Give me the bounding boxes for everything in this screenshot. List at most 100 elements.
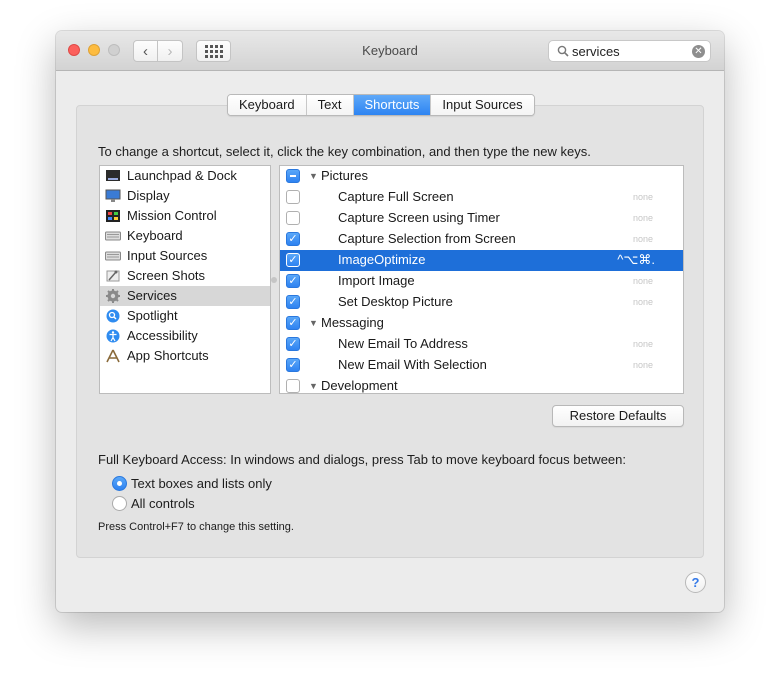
checkbox[interactable]: ✓ bbox=[286, 337, 300, 351]
close-window-button[interactable] bbox=[68, 44, 80, 56]
checkbox[interactable]: ✓ bbox=[286, 295, 300, 309]
full-keyboard-access-label: Full Keyboard Access: In windows and dia… bbox=[98, 452, 626, 467]
category-label: Mission Control bbox=[127, 208, 217, 223]
shortcut-value[interactable]: none bbox=[633, 339, 653, 349]
radio-all-controls[interactable] bbox=[112, 496, 127, 511]
tab-input-sources[interactable]: Input Sources bbox=[431, 95, 534, 115]
category-mission-control[interactable]: Mission Control bbox=[100, 206, 270, 226]
show-all-button[interactable] bbox=[196, 40, 231, 62]
restore-defaults-button[interactable]: Restore Defaults bbox=[552, 405, 684, 427]
category-label: Launchpad & Dock bbox=[127, 168, 237, 183]
category-launchpad-dock[interactable]: Launchpad & Dock bbox=[100, 166, 270, 186]
category-label: Display bbox=[127, 188, 170, 203]
shortcut-value[interactable]: none bbox=[633, 234, 653, 244]
radio-label[interactable]: Text boxes and lists only bbox=[131, 476, 272, 491]
window-title: Keyboard bbox=[362, 43, 418, 58]
shortcut-value[interactable]: none bbox=[633, 213, 653, 223]
service-row[interactable]: ✓ Capture Selection from Screen none bbox=[280, 229, 683, 250]
checkbox[interactable]: ✓ bbox=[286, 253, 300, 267]
checkbox[interactable] bbox=[286, 169, 300, 183]
category-display[interactable]: Display bbox=[100, 186, 270, 206]
input-sources-icon bbox=[105, 251, 121, 261]
services-shortcut-list[interactable]: ▼ Pictures Capture Full Screen none Capt… bbox=[279, 165, 684, 394]
clear-search-icon[interactable]: ✕ bbox=[692, 45, 705, 58]
category-label: Keyboard bbox=[127, 228, 183, 243]
category-label: Spotlight bbox=[127, 308, 178, 323]
checkbox[interactable]: ✓ bbox=[286, 316, 300, 330]
checkbox[interactable] bbox=[286, 190, 300, 204]
checkbox[interactable] bbox=[286, 211, 300, 225]
service-label: Capture Full Screen bbox=[338, 189, 454, 204]
disclosure-triangle-icon[interactable]: ▼ bbox=[309, 171, 318, 181]
category-label: Services bbox=[127, 288, 177, 303]
shortcut-value[interactable]: none bbox=[633, 360, 653, 370]
tab-keyboard[interactable]: Keyboard bbox=[228, 95, 307, 115]
category-accessibility[interactable]: Accessibility bbox=[100, 326, 270, 346]
category-spotlight[interactable]: Spotlight bbox=[100, 306, 270, 326]
group-row-development[interactable]: ▼ Development bbox=[280, 376, 683, 393]
group-row-pictures[interactable]: ▼ Pictures bbox=[280, 166, 683, 187]
accessibility-icon bbox=[106, 329, 120, 343]
chevron-left-icon: ‹ bbox=[143, 42, 148, 60]
tab-shortcuts[interactable]: Shortcuts bbox=[353, 95, 432, 115]
category-services[interactable]: Services bbox=[100, 286, 270, 306]
service-row[interactable]: ✓ Set Desktop Picture none bbox=[280, 292, 683, 313]
service-label: New Email With Selection bbox=[338, 357, 487, 372]
disclosure-triangle-icon[interactable]: ▼ bbox=[309, 318, 318, 328]
gear-icon bbox=[106, 289, 120, 303]
disclosure-triangle-icon[interactable]: ▼ bbox=[309, 381, 318, 391]
service-row[interactable]: ✓ New Email With Selection none bbox=[280, 355, 683, 376]
keyboard-access-note: Press Control+F7 to change this setting. bbox=[98, 521, 294, 533]
mission-control-icon bbox=[106, 210, 120, 222]
app-shortcuts-icon bbox=[106, 349, 120, 363]
checkbox[interactable]: ✓ bbox=[286, 274, 300, 288]
category-keyboard[interactable]: Keyboard bbox=[100, 226, 270, 246]
radio-text-boxes-and-lists[interactable] bbox=[112, 476, 127, 491]
service-label: Capture Selection from Screen bbox=[338, 231, 516, 246]
category-list[interactable]: Launchpad & Dock Display Mission Control… bbox=[99, 165, 271, 394]
category-label: Screen Shots bbox=[127, 268, 206, 283]
shortcut-value[interactable]: none bbox=[633, 192, 653, 202]
service-row[interactable]: ✓ New Email To Address none bbox=[280, 334, 683, 355]
title-bar: ‹ › Keyboard ✕ bbox=[56, 31, 724, 71]
service-label: Set Desktop Picture bbox=[338, 294, 453, 309]
service-row[interactable]: Capture Full Screen none bbox=[280, 187, 683, 208]
spotlight-icon bbox=[106, 309, 120, 323]
category-screen-shots[interactable]: Screen Shots bbox=[100, 266, 270, 286]
shortcut-value[interactable]: none bbox=[633, 297, 653, 307]
group-label: Messaging bbox=[321, 315, 384, 330]
service-row-selected[interactable]: ✓ ImageOptimize ^⌥⌘. bbox=[280, 250, 683, 271]
category-input-sources[interactable]: Input Sources bbox=[100, 246, 270, 266]
zoom-window-button[interactable] bbox=[108, 44, 120, 56]
split-view-handle[interactable] bbox=[271, 277, 277, 283]
tab-text[interactable]: Text bbox=[306, 95, 354, 115]
service-label: Import Image bbox=[338, 273, 415, 288]
help-button[interactable]: ? bbox=[685, 572, 706, 593]
service-row[interactable]: Capture Screen using Timer none bbox=[280, 208, 683, 229]
category-app-shortcuts[interactable]: App Shortcuts bbox=[100, 346, 270, 366]
checkbox[interactable]: ✓ bbox=[286, 232, 300, 246]
chevron-right-icon: › bbox=[167, 42, 173, 60]
group-label: Pictures bbox=[321, 168, 368, 183]
screenshot-icon bbox=[106, 270, 120, 282]
minimize-window-button[interactable] bbox=[88, 44, 100, 56]
forward-button[interactable]: › bbox=[158, 40, 183, 62]
group-label: Development bbox=[321, 378, 398, 393]
category-label: Input Sources bbox=[127, 248, 208, 263]
service-label: ImageOptimize bbox=[338, 252, 426, 267]
service-label: New Email To Address bbox=[338, 336, 468, 351]
service-label: Capture Screen using Timer bbox=[338, 210, 500, 225]
dock-icon bbox=[106, 170, 120, 181]
keyboard-icon bbox=[105, 231, 121, 241]
radio-label[interactable]: All controls bbox=[131, 496, 195, 511]
search-input[interactable] bbox=[572, 43, 690, 60]
search-field[interactable]: ✕ bbox=[548, 40, 711, 62]
shortcut-value[interactable]: none bbox=[633, 276, 653, 286]
back-button[interactable]: ‹ bbox=[133, 40, 158, 62]
service-row[interactable]: ✓ Import Image none bbox=[280, 271, 683, 292]
checkbox[interactable]: ✓ bbox=[286, 358, 300, 372]
shortcut-value[interactable]: ^⌥⌘. bbox=[617, 252, 655, 268]
group-row-messaging[interactable]: ✓ ▼ Messaging bbox=[280, 313, 683, 334]
checkbox[interactable] bbox=[286, 379, 300, 393]
search-icon bbox=[557, 45, 569, 57]
